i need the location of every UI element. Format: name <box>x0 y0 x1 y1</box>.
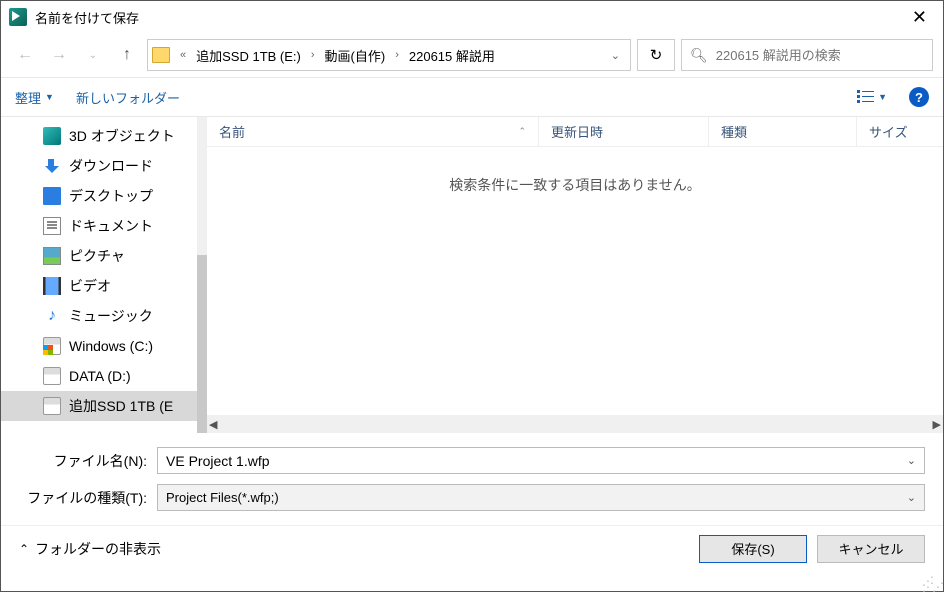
empty-message: 検索条件に一致する項目はありません。 <box>207 147 943 415</box>
pictures-icon <box>43 247 61 265</box>
new-folder-button[interactable]: 新しいフォルダー <box>76 88 180 107</box>
cancel-button[interactable]: キャンセル <box>817 535 925 563</box>
hide-folders-toggle[interactable]: ⌃フォルダーの非表示 <box>19 539 161 559</box>
help-button[interactable]: ? <box>909 87 929 107</box>
sidebar-item-videos[interactable]: ビデオ <box>1 271 197 301</box>
desktop-icon <box>43 187 61 205</box>
horizontal-scrollbar[interactable]: ◀▶ <box>207 415 943 433</box>
filetype-label: ファイルの種類(T): <box>19 488 157 508</box>
breadcrumb-seg[interactable]: 動画(自作) <box>321 44 390 67</box>
music-icon: ♪ <box>43 307 61 325</box>
filename-label: ファイル名(N): <box>19 451 157 471</box>
scroll-left-icon[interactable]: ◀ <box>209 418 217 431</box>
breadcrumb-seg[interactable]: 追加SSD 1TB (E:) <box>192 44 305 67</box>
resize-grip-icon[interactable]: ⋰⋰⋰ <box>922 578 942 590</box>
sidebar-item-documents[interactable]: ドキュメント <box>1 211 197 241</box>
sidebar-item-drive-d[interactable]: DATA (D:) <box>1 361 197 391</box>
documents-icon <box>43 217 61 235</box>
folder-icon <box>152 47 170 63</box>
3d-objects-icon <box>43 127 61 145</box>
sidebar-item-drive-e[interactable]: 追加SSD 1TB (E <box>1 391 197 421</box>
column-size[interactable]: サイズ <box>857 117 943 146</box>
chevron-right-icon: › <box>391 49 403 61</box>
sidebar-item-3d-objects[interactable]: 3D オブジェクト <box>1 121 197 151</box>
downloads-icon <box>43 157 61 175</box>
sidebar-item-downloads[interactable]: ダウンロード <box>1 151 197 181</box>
save-button[interactable]: 保存(S) <box>699 535 807 563</box>
videos-icon <box>43 277 61 295</box>
sidebar-item-desktop[interactable]: デスクトップ <box>1 181 197 211</box>
chevron-right-icon: › <box>307 49 319 61</box>
column-type[interactable]: 種類 <box>709 117 857 146</box>
dialog-title: 名前を付けて保存 <box>35 8 904 27</box>
organize-menu[interactable]: 整理▼ <box>15 88 54 107</box>
filename-input[interactable] <box>166 453 907 469</box>
breadcrumb-seg[interactable]: 220615 解説用 <box>405 44 499 67</box>
filetype-value: Project Files(*.wfp;) <box>166 490 907 505</box>
recent-dropdown[interactable]: ⌄ <box>79 41 107 69</box>
filename-combobox[interactable]: ⌄ <box>157 447 925 474</box>
drive-icon <box>43 367 61 385</box>
chevron-down-icon: ▼ <box>878 92 887 102</box>
refresh-button[interactable]: ↻ <box>637 39 675 71</box>
column-headers: 名前⌃ 更新日時 種類 サイズ <box>207 117 943 147</box>
search-input[interactable] <box>716 48 924 63</box>
drive-icon <box>43 397 61 415</box>
column-date[interactable]: 更新日時 <box>539 117 709 146</box>
sidebar-item-pictures[interactable]: ピクチャ <box>1 241 197 271</box>
app-icon <box>9 8 27 26</box>
sidebar-scrollbar[interactable] <box>197 117 207 433</box>
chevron-down-icon[interactable]: ⌄ <box>907 491 916 504</box>
sort-indicator-icon: ⌃ <box>518 126 526 137</box>
back-button[interactable]: ← <box>11 41 39 69</box>
breadcrumb-chevron-icon[interactable]: « <box>176 49 190 61</box>
navigation-pane[interactable]: 3D オブジェクト ダウンロード デスクトップ ドキュメント ピクチャ ビデオ … <box>1 117 197 433</box>
address-dropdown-icon[interactable]: ⌄ <box>605 49 626 62</box>
filetype-combobox[interactable]: Project Files(*.wfp;) ⌄ <box>157 484 925 511</box>
chevron-down-icon[interactable]: ⌄ <box>907 454 916 467</box>
address-bar[interactable]: « 追加SSD 1TB (E:) › 動画(自作) › 220615 解説用 ⌄ <box>147 39 631 71</box>
close-button[interactable]: ✕ <box>904 7 935 28</box>
chevron-down-icon: ▼ <box>45 92 54 102</box>
view-menu[interactable]: ▼ <box>857 90 887 104</box>
scroll-right-icon[interactable]: ▶ <box>933 418 941 431</box>
sidebar-item-music[interactable]: ♪ミュージック <box>1 301 197 331</box>
chevron-up-icon: ⌃ <box>19 542 29 556</box>
forward-button[interactable]: → <box>45 41 73 69</box>
search-icon: 🔍︎ <box>690 47 708 64</box>
drive-icon <box>43 337 61 355</box>
search-box[interactable]: 🔍︎ <box>681 39 933 71</box>
sidebar-item-drive-c[interactable]: Windows (C:) <box>1 331 197 361</box>
column-name[interactable]: 名前⌃ <box>207 117 539 146</box>
view-icon <box>857 90 875 104</box>
up-button[interactable]: ↑ <box>113 41 141 69</box>
